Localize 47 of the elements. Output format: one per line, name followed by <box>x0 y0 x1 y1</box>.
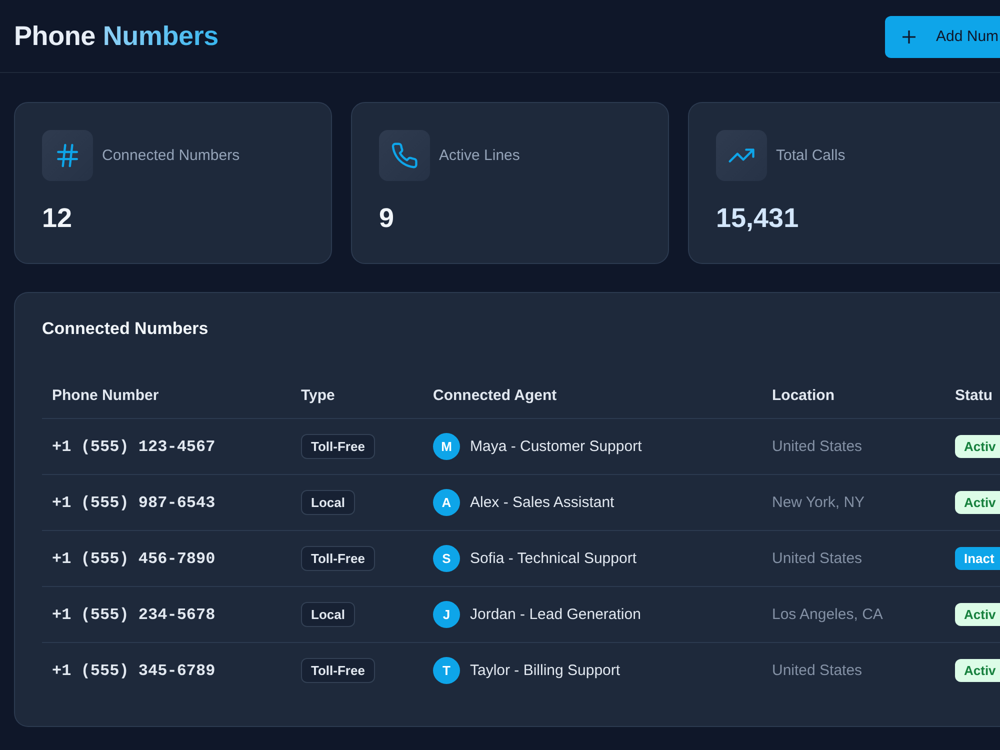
type-tag: Local <box>301 490 355 515</box>
location-text: United States <box>772 550 862 566</box>
type-tag: Local <box>301 602 355 627</box>
agent-avatar: J <box>433 601 460 628</box>
agent-avatar: M <box>433 433 460 460</box>
phone-number: +1 (555) 234-5678 <box>52 606 216 624</box>
status-tag: Inact <box>955 547 1000 570</box>
status-tag: Activ <box>955 603 1000 626</box>
phone-number: +1 (555) 987-6543 <box>52 494 216 512</box>
status-tag: Activ <box>955 659 1000 682</box>
phone-number: +1 (555) 123-4567 <box>52 438 216 456</box>
agent-name: Sofia - Technical Support <box>470 550 636 567</box>
agent-avatar: T <box>433 657 460 684</box>
column-header: Statu <box>955 386 992 404</box>
stat-value: 15,431 <box>716 203 799 234</box>
location-text: United States <box>772 662 862 678</box>
plus-icon <box>902 30 916 44</box>
agent-name: Alex - Sales Assistant <box>470 494 614 511</box>
column-header: Phone Number <box>52 386 159 404</box>
phone-icon <box>379 130 430 181</box>
agent-name: Jordan - Lead Generation <box>470 606 641 623</box>
status-tag: Activ <box>955 435 1000 458</box>
add-number-button[interactable]: Add Num <box>885 16 1000 58</box>
stat-value: 9 <box>379 203 394 234</box>
trending-up-icon <box>716 130 767 181</box>
location-text: Los Angeles, CA <box>772 606 883 622</box>
location-text: New York, NY <box>772 494 865 510</box>
type-tag: Toll-Free <box>301 658 375 683</box>
stat-label: Connected Numbers <box>102 147 240 164</box>
type-tag: Toll-Free <box>301 546 375 571</box>
column-header: Location <box>772 386 834 404</box>
column-header: Connected Agent <box>433 386 557 404</box>
agent-name: Maya - Customer Support <box>470 438 642 455</box>
agent-avatar: A <box>433 489 460 516</box>
stat-value: 12 <box>42 203 72 234</box>
status-tag: Activ <box>955 491 1000 514</box>
location-text: United States <box>772 438 862 454</box>
agent-name: Taylor - Billing Support <box>470 662 620 679</box>
agent-avatar: S <box>433 545 460 572</box>
panel-title: Connected Numbers <box>42 319 210 339</box>
phone-number: +1 (555) 456-7890 <box>52 550 216 568</box>
phone-number: +1 (555) 345-6789 <box>52 662 216 680</box>
type-tag: Toll-Free <box>301 434 375 459</box>
hash-icon <box>42 130 93 181</box>
stat-label: Active Lines <box>439 147 520 164</box>
column-header: Type <box>301 386 335 404</box>
stat-label: Total Calls <box>776 147 846 164</box>
